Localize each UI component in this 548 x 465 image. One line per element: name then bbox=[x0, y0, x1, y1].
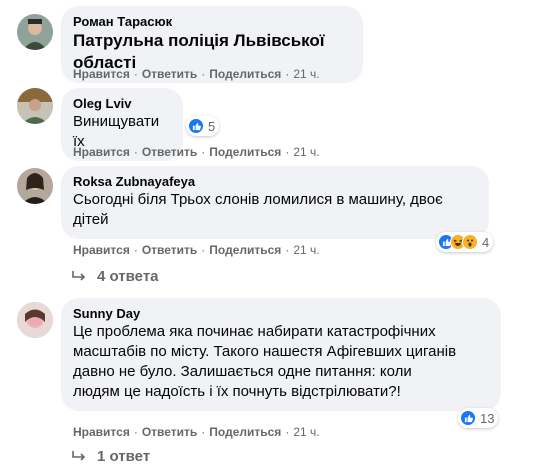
like-button[interactable]: Нравится bbox=[73, 67, 130, 81]
comment-text-line: масштабів по місту. Такого нашестя Афіге… bbox=[73, 343, 457, 360]
comment-actions: Нравится · Ответить · Поделиться · 21 ч. bbox=[73, 425, 320, 439]
comment-time[interactable]: 21 ч. bbox=[293, 67, 319, 81]
reaction-count: 4 bbox=[482, 234, 490, 250]
comment-actions: Нравится · Ответить · Поделиться · 21 ч. bbox=[73, 67, 320, 81]
like-reaction-icon bbox=[188, 118, 204, 134]
reply-button[interactable]: Ответить bbox=[142, 67, 197, 81]
view-replies-link[interactable]: 4 ответа bbox=[71, 268, 159, 285]
reaction-summary[interactable]: 13 bbox=[458, 408, 499, 428]
comment-author[interactable]: Sunny Day bbox=[73, 306, 489, 322]
comment-text-line: дітей bbox=[73, 211, 109, 228]
reaction-summary[interactable]: 5 bbox=[186, 116, 220, 136]
wow-reaction-icon bbox=[462, 234, 478, 250]
avatar[interactable] bbox=[17, 168, 53, 204]
comment-text-line: людям це надоїсть і їх почнуть відстрілю… bbox=[73, 383, 401, 400]
like-reaction-icon bbox=[460, 410, 476, 426]
share-button[interactable]: Поделиться bbox=[209, 145, 281, 159]
comment-actions: Нравится · Ответить · Поделиться · 21 ч. bbox=[73, 243, 320, 257]
reply-arrow-icon bbox=[72, 270, 86, 281]
comment-author[interactable]: Oleg Lviv bbox=[73, 96, 171, 112]
reaction-summary[interactable]: 4 bbox=[436, 232, 494, 252]
view-replies-link[interactable]: 1 ответ bbox=[71, 448, 150, 465]
like-button[interactable]: Нравится bbox=[73, 145, 130, 159]
comment-text-line: Це проблема яка починає набирати катастр… bbox=[73, 323, 436, 340]
reaction-count: 5 bbox=[208, 118, 216, 134]
reply-arrow-icon bbox=[72, 450, 86, 461]
comment-author[interactable]: Roksa Zubnayafeya bbox=[73, 174, 477, 190]
comment-time[interactable]: 21 ч. bbox=[293, 243, 319, 257]
comment-time[interactable]: 21 ч. bbox=[293, 425, 319, 439]
like-button[interactable]: Нравится bbox=[73, 243, 130, 257]
comment-bubble: Sunny Day Це проблема яка починає набира… bbox=[61, 298, 501, 411]
comment-author[interactable]: Роман Тарасюк bbox=[73, 14, 351, 30]
comment-actions: Нравится · Ответить · Поделиться · 21 ч. bbox=[73, 145, 320, 159]
reply-button[interactable]: Ответить bbox=[142, 243, 197, 257]
replies-count: 4 ответа bbox=[97, 268, 159, 285]
comment-text-line: Сьогодні біля Трьох слонів ломилися в ма… bbox=[73, 191, 443, 208]
avatar[interactable] bbox=[17, 302, 53, 338]
share-button[interactable]: Поделиться bbox=[209, 243, 281, 257]
share-button[interactable]: Поделиться bbox=[209, 425, 281, 439]
reply-button[interactable]: Ответить bbox=[142, 145, 197, 159]
reaction-count: 13 bbox=[480, 410, 495, 426]
avatar[interactable] bbox=[17, 14, 53, 50]
comment-time[interactable]: 21 ч. bbox=[293, 145, 319, 159]
replies-count: 1 ответ bbox=[97, 448, 151, 465]
like-button[interactable]: Нравится bbox=[73, 425, 130, 439]
avatar[interactable] bbox=[17, 88, 53, 124]
share-button[interactable]: Поделиться bbox=[209, 67, 281, 81]
reply-button[interactable]: Ответить bbox=[142, 425, 197, 439]
comment-bubble: Roksa Zubnayafeya Сьогодні біля Трьох сл… bbox=[61, 166, 489, 239]
comment-text-line: давно не було. Залишається одне питання:… bbox=[73, 363, 412, 380]
